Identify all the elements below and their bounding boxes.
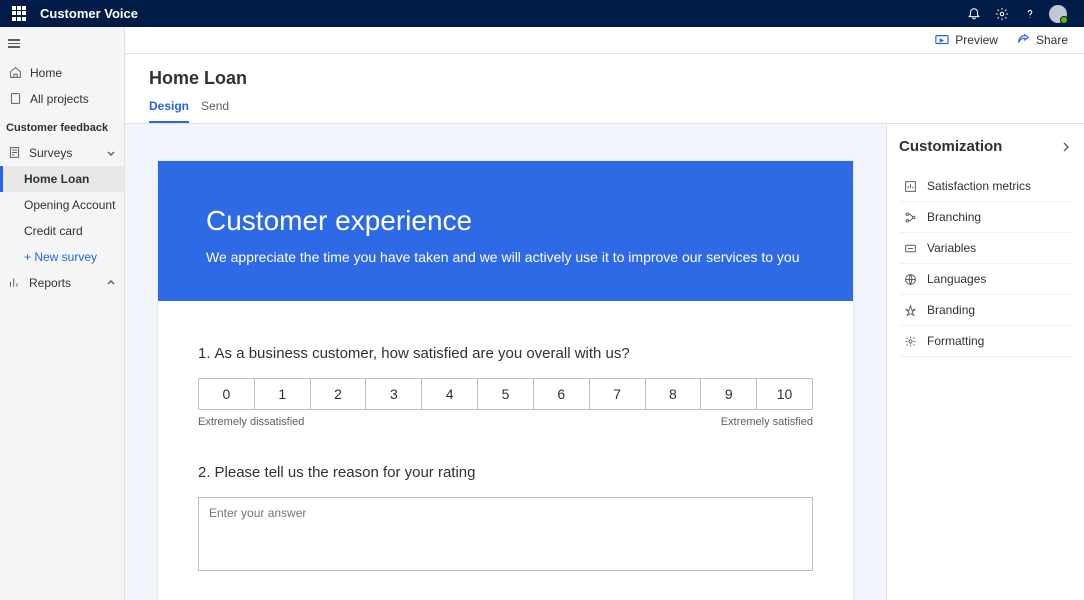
app-title: Customer Voice	[40, 6, 138, 21]
rating-2[interactable]: 2	[311, 379, 367, 409]
survey-icon	[8, 146, 21, 159]
branching-icon	[903, 210, 917, 224]
nav-surveys-label: Surveys	[29, 146, 72, 160]
rating-4[interactable]: 4	[422, 379, 478, 409]
q2-number: 2.	[198, 464, 211, 481]
q1-text: As a business customer, how satisfied ar…	[215, 345, 630, 362]
panel-branching[interactable]: Branching	[899, 202, 1072, 233]
rating-8[interactable]: 8	[646, 379, 702, 409]
page-header: Home Loan Design Send	[125, 54, 1084, 124]
preview-button[interactable]: Preview	[935, 33, 998, 47]
q2-text: Please tell us the reason for your ratin…	[215, 464, 476, 481]
nav-survey-home-loan[interactable]: Home Loan	[0, 166, 124, 192]
section-title: Customer feedback	[0, 112, 124, 140]
rating-0[interactable]: 0	[199, 379, 255, 409]
branding-icon	[903, 303, 917, 317]
panel-formatting[interactable]: Formatting	[899, 326, 1072, 357]
rating-10[interactable]: 10	[757, 379, 812, 409]
nav-survey-credit-card[interactable]: Credit card	[0, 218, 124, 244]
canvas: Customer experience We appreciate the ti…	[125, 124, 886, 600]
panel-item-label: Languages	[927, 272, 986, 286]
metrics-icon	[903, 179, 917, 193]
preview-label: Preview	[955, 33, 998, 47]
question-2: 2. Please tell us the reason for your ra…	[198, 464, 813, 574]
panel-variables[interactable]: Variables	[899, 233, 1072, 264]
q1-number: 1.	[198, 345, 211, 362]
panel-languages[interactable]: Languages	[899, 264, 1072, 295]
q2-answer-input[interactable]	[198, 497, 813, 571]
share-button[interactable]: Share	[1016, 33, 1068, 47]
panel-item-label: Variables	[927, 241, 976, 255]
rating-min-label: Extremely dissatisfied	[198, 416, 304, 428]
panel-satisfaction-metrics[interactable]: Satisfaction metrics	[899, 171, 1072, 202]
survey-header[interactable]: Customer experience We appreciate the ti…	[158, 161, 853, 301]
survey-card: Customer experience We appreciate the ti…	[157, 160, 854, 600]
chevron-down-icon	[106, 148, 116, 158]
top-bar: Customer Voice	[0, 0, 1084, 27]
share-icon	[1016, 33, 1030, 47]
nav-all-projects[interactable]: All projects	[0, 86, 124, 112]
notifications-icon[interactable]	[960, 0, 988, 27]
nav-home[interactable]: Home	[0, 60, 124, 86]
panel-item-label: Branding	[927, 303, 975, 317]
survey-title: Customer experience	[206, 205, 805, 237]
panel-title: Customization	[899, 138, 1002, 155]
rating-max-label: Extremely satisfied	[721, 416, 813, 428]
chevron-up-icon	[106, 278, 116, 288]
hamburger-icon[interactable]	[0, 27, 124, 60]
app-launcher-icon[interactable]	[12, 6, 28, 22]
main: Preview Share Home Loan Design Send	[125, 27, 1084, 600]
preview-icon	[935, 34, 949, 46]
rating-6[interactable]: 6	[534, 379, 590, 409]
nav-reports-label: Reports	[29, 276, 71, 290]
gear-icon	[903, 334, 917, 348]
rating-scale: 0 1 2 3 4 5 6 7 8 9	[198, 378, 813, 410]
globe-icon	[903, 272, 917, 286]
nav-surveys[interactable]: Surveys	[0, 140, 124, 166]
reports-icon	[8, 276, 21, 289]
rating-1[interactable]: 1	[255, 379, 311, 409]
tabs: Design Send	[149, 99, 1060, 123]
projects-icon	[8, 92, 22, 106]
variables-icon	[903, 241, 917, 255]
settings-icon[interactable]	[988, 0, 1016, 27]
page-title: Home Loan	[149, 68, 1060, 89]
sidebar: Home All projects Customer feedback Surv…	[0, 27, 125, 600]
nav-all-projects-label: All projects	[30, 92, 89, 106]
home-icon	[8, 66, 22, 80]
panel-item-label: Branching	[927, 210, 981, 224]
share-label: Share	[1036, 33, 1068, 47]
rating-3[interactable]: 3	[366, 379, 422, 409]
panel-item-label: Formatting	[927, 334, 984, 348]
nav-reports[interactable]: Reports	[0, 270, 124, 296]
question-1: 1. As a business customer, how satisfied…	[198, 345, 813, 428]
rating-5[interactable]: 5	[478, 379, 534, 409]
panel-item-label: Satisfaction metrics	[927, 179, 1031, 193]
avatar[interactable]	[1044, 0, 1072, 27]
nav-home-label: Home	[30, 66, 62, 80]
rating-7[interactable]: 7	[590, 379, 646, 409]
nav-new-survey[interactable]: + New survey	[0, 244, 124, 270]
panel-branding[interactable]: Branding	[899, 295, 1072, 326]
tab-send[interactable]: Send	[201, 99, 229, 123]
help-icon[interactable]	[1016, 0, 1044, 27]
tab-design[interactable]: Design	[149, 99, 189, 123]
nav-survey-opening-account[interactable]: Opening Account	[0, 192, 124, 218]
customization-panel: Customization Satisfaction metrics Branc…	[886, 124, 1084, 600]
chevron-right-icon[interactable]	[1060, 141, 1072, 153]
rating-9[interactable]: 9	[701, 379, 757, 409]
toolbar: Preview Share	[125, 27, 1084, 54]
survey-description: We appreciate the time you have taken an…	[206, 249, 805, 265]
